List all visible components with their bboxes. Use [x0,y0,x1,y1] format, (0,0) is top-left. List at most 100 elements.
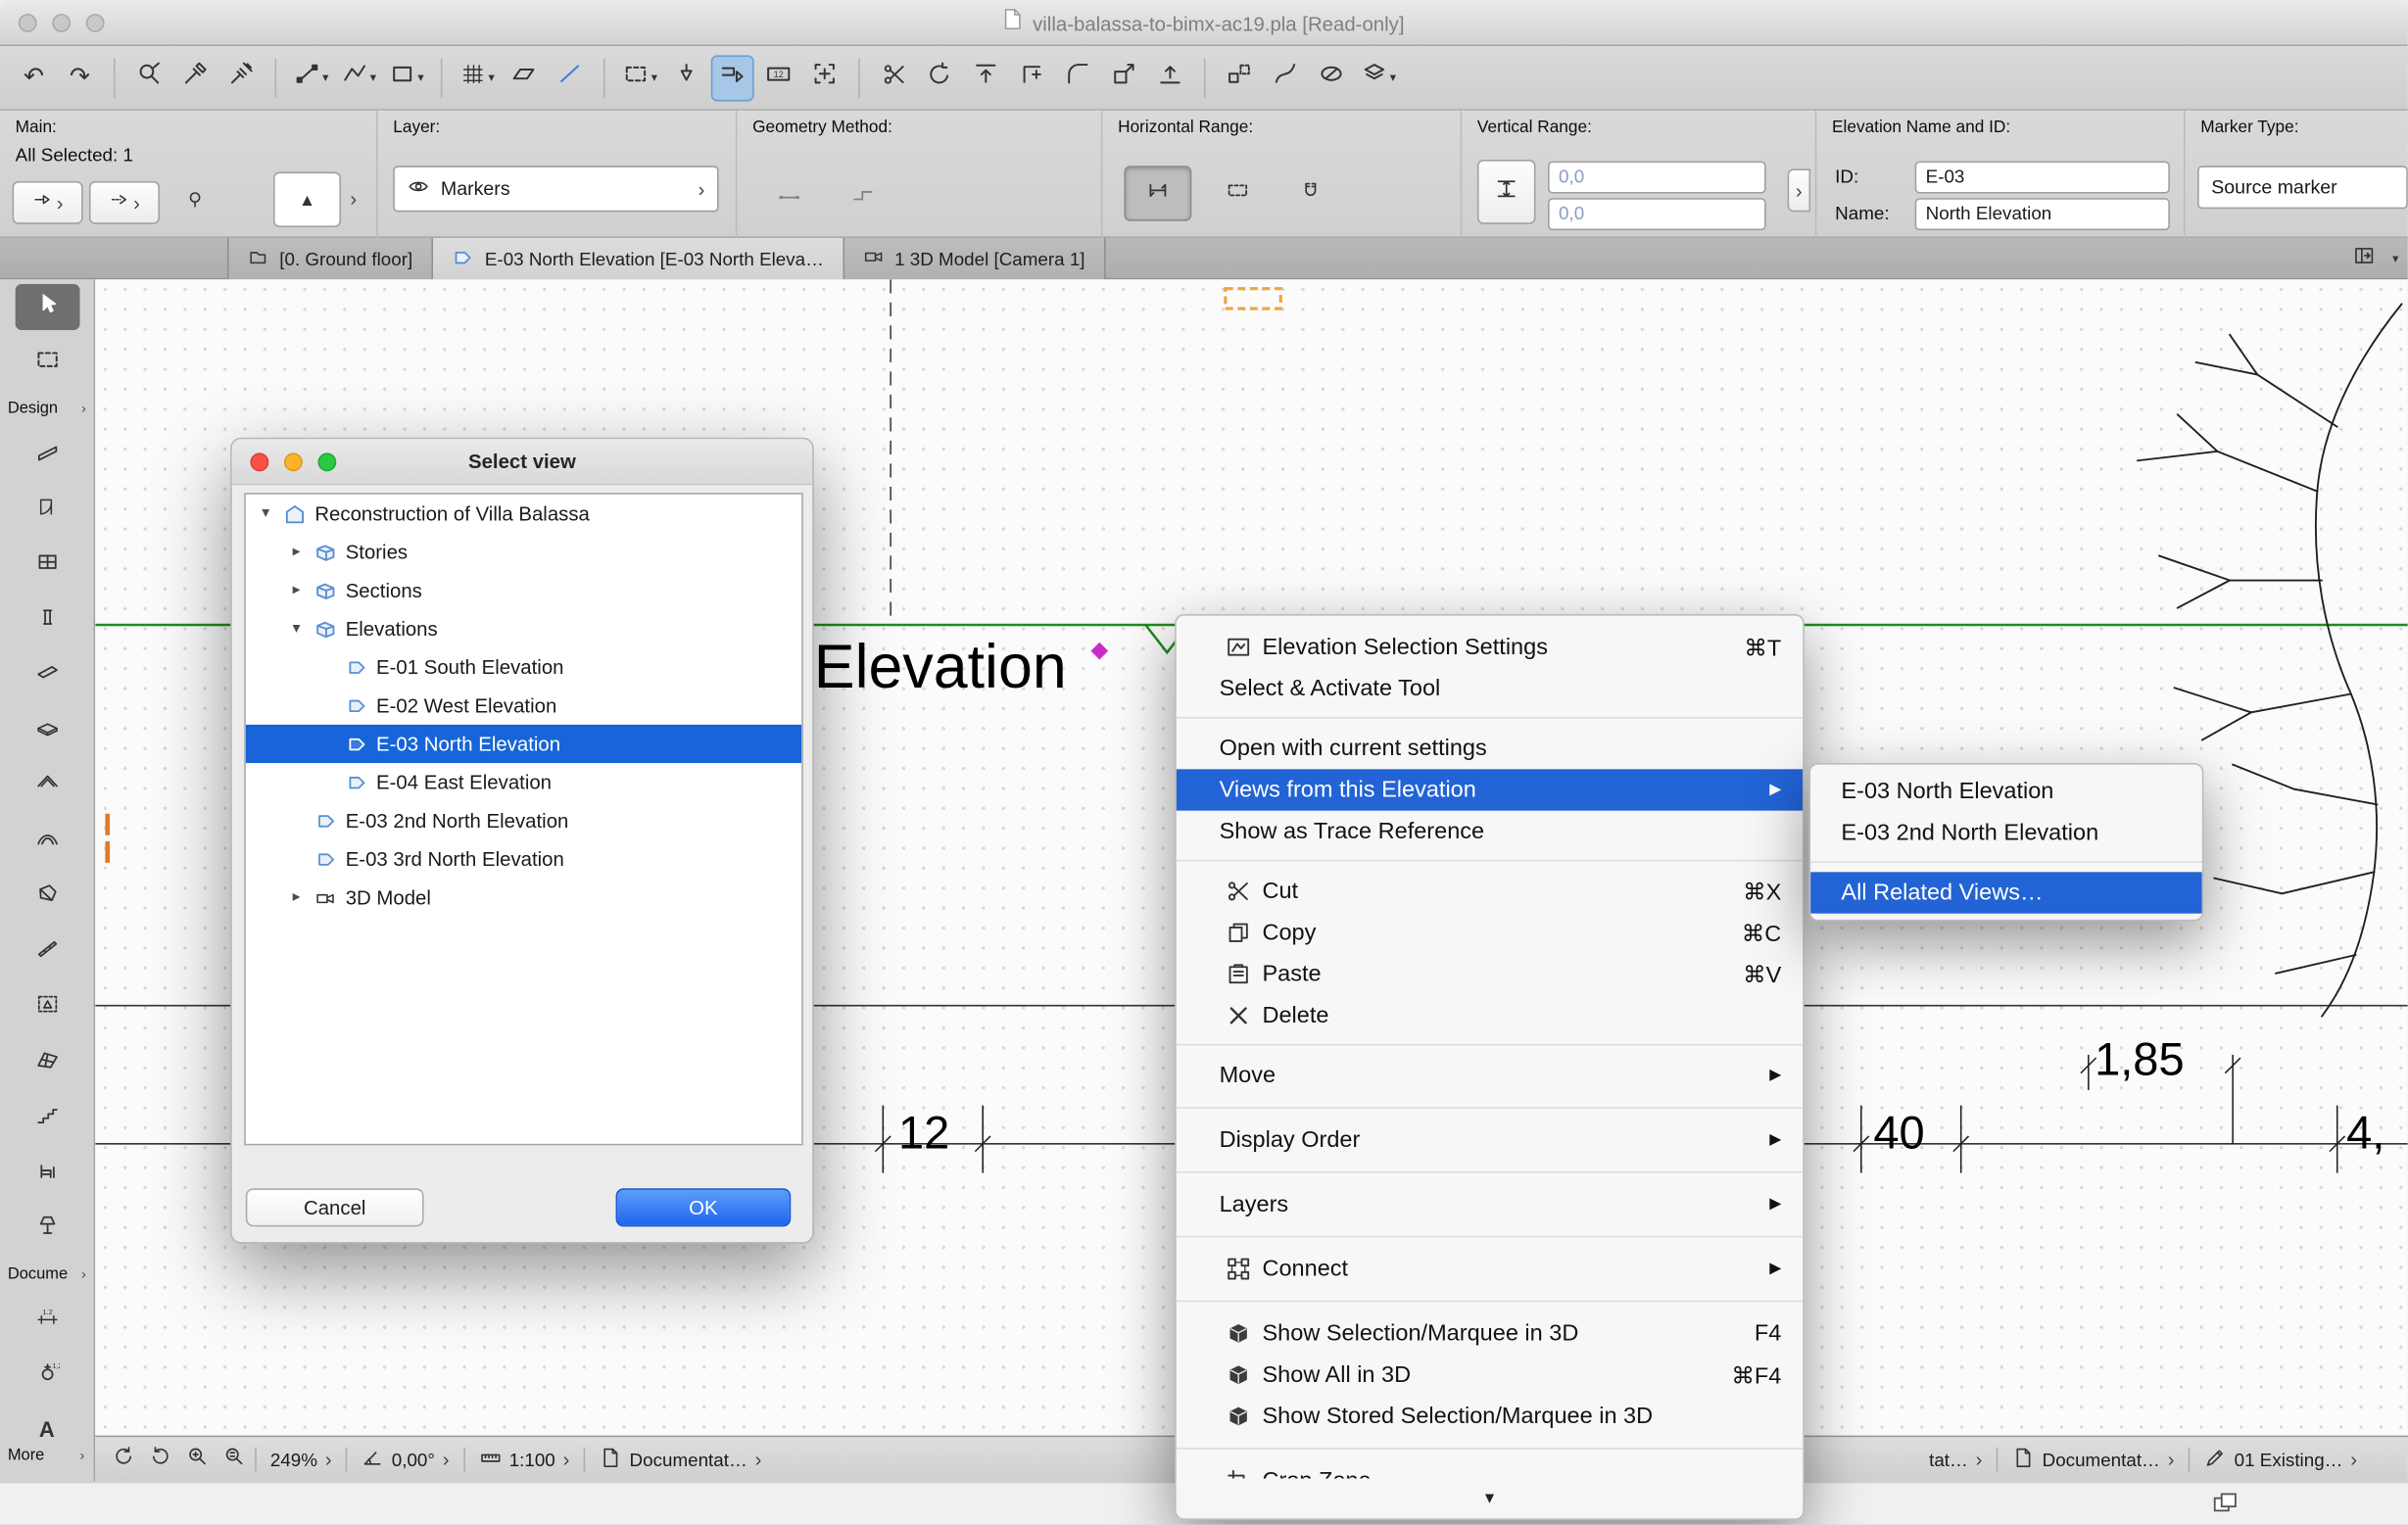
menu-item-open-with-current-settings[interactable]: Open with current settings [1177,728,1804,769]
chevron-right-icon[interactable]: › [1976,1450,1983,1469]
tab-e03-north-elevation[interactable]: E-03 North Elevation [E-03 North Eleva… [433,238,844,279]
slab-tool[interactable] [15,708,79,754]
menu-item-move[interactable]: Move▶ [1177,1055,1804,1096]
menu-item-delete[interactable]: Delete [1177,995,1804,1036]
disclosure-closed-icon[interactable]: ▸ [282,544,310,560]
gravity-button[interactable] [665,55,708,101]
shell-tool[interactable] [15,818,79,864]
adjust-button[interactable] [918,55,961,101]
stair-tool[interactable] [15,1095,79,1141]
roof-tool[interactable] [15,763,79,809]
favorite-line-button[interactable]: ▾ [289,55,333,101]
pick-up-parameters-button[interactable] [173,55,217,101]
toolbox-section-docume[interactable]: Docume› [0,1261,94,1288]
horizontal-limited-button[interactable] [1204,166,1272,220]
tree-item[interactable]: E-02 West Elevation [246,687,801,725]
tab-ground-floor[interactable]: [0. Ground floor] [227,238,433,279]
magnet-button[interactable] [1287,175,1333,215]
place-marker-button[interactable] [711,55,754,101]
marquee-mode-button[interactable]: ▾ [617,55,661,101]
menu-item-e-03-north-elevation[interactable]: E-03 North Elevation [1810,771,2202,812]
marquee-tool[interactable] [15,339,79,385]
tree-item[interactable]: E-01 South Elevation [246,647,801,686]
tree-item[interactable]: ▸Sections [246,571,801,609]
renovation-filter-control[interactable]: 01 Existing…› [2192,1446,2368,1473]
fit-in-window-button[interactable] [803,55,846,101]
wall-tool[interactable] [15,431,79,477]
zoom-pick-button[interactable] [127,55,170,101]
grid-snap-button[interactable]: ▾ [455,55,499,101]
disclosure-closed-icon[interactable]: ▸ [282,889,310,906]
menu-item-show-selection-marquee-in-3d[interactable]: Show Selection/Marquee in 3DF4 [1177,1312,1804,1354]
menu-item-all-related-views[interactable]: All Related Views… [1810,872,2202,913]
marker-geometry-button[interactable]: › [89,181,160,224]
dialog-close-button[interactable] [251,453,269,471]
ok-button[interactable]: OK [616,1188,792,1226]
menu-item-copy[interactable]: Copy⌘C [1177,912,1804,953]
dialog-minimize-button[interactable] [284,453,303,471]
redo-button[interactable]: ↷ [59,55,102,101]
tree-item[interactable]: E-03 North Elevation [246,725,801,763]
chevron-right-icon[interactable]: › [2350,1450,2357,1469]
dimension-style-button[interactable]: 12 [757,55,800,101]
dropdown-arrow-icon[interactable]: ▾ [370,71,376,84]
menu-item-cut[interactable]: Cut⌘X [1177,871,1804,912]
horizontal-infinite-button[interactable] [1124,166,1191,220]
chevron-right-icon[interactable]: › [443,1450,450,1469]
dimension-tool[interactable]: 1.2 [15,1298,79,1344]
zone-tool[interactable] [15,984,79,1030]
guide-line-button[interactable] [549,55,592,101]
tab-3d-model[interactable]: 1 3D Model [Camera 1] [843,238,1105,279]
layer-dropdown[interactable]: Markers › [393,166,718,212]
dialog-titlebar[interactable]: Select view [232,439,813,485]
window-tool[interactable] [15,542,79,588]
favorite-polyline-button[interactable]: ▾ [336,55,380,101]
menu-item-show-as-trace-reference[interactable]: Show as Trace Reference [1177,811,1804,852]
object-tool[interactable] [15,1150,79,1196]
chevron-right-icon[interactable]: › [563,1450,570,1469]
document-set-control[interactable]: Documentat…› [2000,1446,2185,1473]
menu-item-select-activate-tool[interactable]: Select & Activate Tool [1177,668,1804,709]
zoom-fit-button[interactable] [215,1443,252,1476]
navigator-button[interactable] [2343,236,2386,282]
dropdown-arrow-icon[interactable]: ▾ [1390,71,1396,84]
tree-item[interactable]: E-03 3rd North Elevation [246,839,801,878]
orientation-control[interactable]: 0,00°› [350,1446,459,1473]
chevron-down-icon[interactable]: ▾ [2392,252,2398,265]
vertical-bottom-field[interactable]: 0,0 [1548,198,1766,230]
menu-item-e-03-2nd-north-elevation[interactable]: E-03 2nd North Elevation [1810,812,2202,853]
group-button[interactable] [1218,55,1261,101]
tree-item[interactable]: E-04 East Elevation [246,763,801,801]
zoom-next-button[interactable] [141,1443,178,1476]
align-button[interactable] [965,55,1008,101]
vertical-top-field[interactable]: 0,0 [1548,162,1766,194]
tree-item[interactable]: E-03 2nd North Elevation [246,801,801,839]
cancel-button[interactable]: Cancel [246,1188,424,1226]
door-tool[interactable] [15,487,79,533]
fillet-button[interactable] [1057,55,1100,101]
scale-control[interactable]: 1:100› [467,1446,580,1473]
dropdown-arrow-icon[interactable]: ▾ [417,71,423,84]
zoom-prev-button[interactable] [105,1443,142,1476]
intersect-button[interactable] [1011,55,1054,101]
morph-tool[interactable] [15,874,79,920]
panel-expander-button[interactable]: › [1788,168,1811,212]
undo-button[interactable]: ↶ [13,55,56,101]
tree-item[interactable]: ▾Elevations [246,609,801,647]
chevron-right-icon[interactable]: › [325,1450,332,1469]
favorite-box-button[interactable]: ▾ [384,55,428,101]
menu-item-show-all-in-3d[interactable]: Show All in 3D⌘F4 [1177,1355,1804,1396]
chevron-right-icon[interactable]: › [755,1450,762,1469]
disclosure-open-icon[interactable]: ▾ [282,620,310,637]
tab-overview-icon[interactable] [2211,1489,2239,1524]
tree-item[interactable]: ▸Stories [246,533,801,571]
vertical-range-button[interactable] [1477,160,1536,224]
chevron-right-icon[interactable]: › [2168,1450,2175,1469]
split-button[interactable] [872,55,915,101]
dialog-zoom-button[interactable] [317,453,336,471]
curtain-wall-tool[interactable] [15,929,79,975]
spline-button[interactable] [1264,55,1307,101]
arrow-tool[interactable] [15,284,79,330]
menu-item-show-stored-selection-marquee-in-3d[interactable]: Show Stored Selection/Marquee in 3D [1177,1396,1804,1437]
geometry-stepped-button[interactable] [833,178,894,218]
